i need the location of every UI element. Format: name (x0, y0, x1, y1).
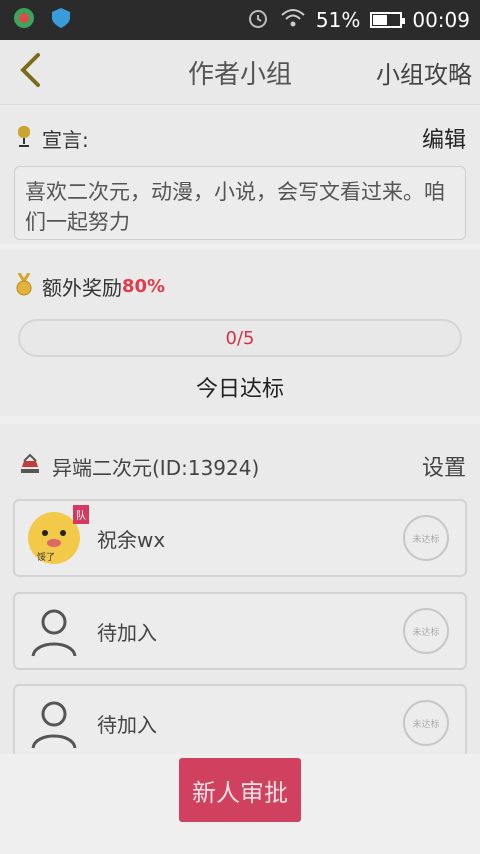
reward-label: 额外奖励 (42, 276, 122, 300)
person-icon (27, 604, 81, 658)
microphone-icon (14, 124, 34, 152)
status-stamp: 未达标 (403, 608, 449, 654)
avatar: 队 馁了 (27, 505, 89, 565)
member-card[interactable]: 待加入 未达标 (13, 684, 467, 754)
edit-button[interactable]: 编辑 (422, 122, 466, 154)
header: 作者小组 小组攻略 (0, 40, 480, 105)
battery-percent: 51% (315, 8, 361, 32)
person-icon (27, 696, 81, 750)
member-name: 待加入 (97, 620, 157, 645)
group-name: 异端二次元(ID:13924) (52, 455, 260, 480)
clock: 00:09 (412, 8, 470, 32)
motto-label: 宣言: (42, 127, 89, 152)
new-member-approval-button[interactable]: 新人审批 (179, 758, 301, 822)
group-section: 异端二次元(ID:13924) 设置 队 馁了 祝余wx 未达标 待加入 未达标… (0, 424, 480, 754)
progress-text: 0/5 (225, 327, 255, 349)
member-name: 祝余wx (97, 527, 166, 552)
group-guide-link[interactable]: 小组攻略 (376, 55, 480, 90)
status-stamp: 未达标 (403, 515, 449, 561)
back-button[interactable] (0, 52, 60, 92)
member-name: 待加入 (97, 712, 157, 737)
back-arrow-icon (18, 52, 42, 92)
wifi-icon (280, 7, 306, 34)
app-icon (12, 6, 36, 34)
reward-percent: 80% (122, 276, 166, 297)
shield-icon (50, 6, 72, 34)
medal-icon (14, 271, 34, 301)
status-bar: 51% 00:09 (0, 0, 480, 40)
alarm-icon (246, 6, 270, 35)
battery-icon (370, 12, 406, 28)
avatar-caption: 馁了 (37, 553, 56, 563)
motto-section: 宣言: 编辑 喜欢二次元，动漫，小说，会写文看过来。咱们一起努力 (0, 106, 480, 244)
motto-text: 喜欢二次元，动漫，小说，会写文看过来。咱们一起努力 (14, 166, 466, 240)
group-icon (18, 453, 42, 479)
progress-bar: 0/5 (18, 319, 462, 357)
member-card[interactable]: 队 馁了 祝余wx 未达标 (13, 499, 467, 577)
captain-badge: 队 (73, 505, 89, 524)
reward-section: 额外奖励 80% 0/5 今日达标 (0, 250, 480, 416)
daily-goal-label: 今日达标 (195, 377, 284, 402)
settings-button[interactable]: 设置 (422, 450, 466, 482)
member-card[interactable]: 待加入 未达标 (13, 592, 467, 670)
status-stamp: 未达标 (403, 700, 449, 746)
